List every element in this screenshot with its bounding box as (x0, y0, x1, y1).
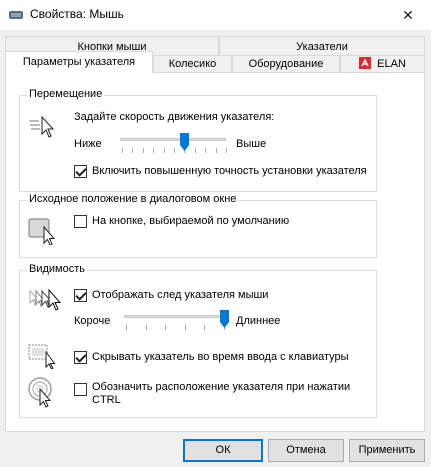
tab-label: ELAN (377, 58, 406, 70)
slider-tick (226, 148, 227, 153)
slider-tick (143, 148, 144, 153)
ctrl-locate-label-line2: CTRL (92, 394, 121, 406)
elan-icon (359, 57, 372, 69)
close-icon: ✕ (402, 6, 414, 23)
ctrl-locate-checkbox[interactable] (74, 383, 87, 396)
trail-slider-track (124, 315, 226, 318)
cancel-button[interactable]: Отмена (268, 439, 344, 462)
pointer-speed-icon (29, 115, 54, 138)
tab-label: Параметры указателя (22, 56, 136, 68)
close-button[interactable]: ✕ (385, 0, 431, 30)
hide-pointer-icon (28, 344, 56, 369)
fast-label: Выше (236, 138, 267, 150)
long-label: Длиннее (236, 315, 281, 327)
speed-slider-track (120, 138, 226, 141)
tab-label: Указатели (296, 41, 348, 53)
tab-pointers[interactable]: Указатели (219, 36, 425, 57)
motion-group-title: Перемещение (27, 88, 105, 100)
tab-pointer-options[interactable]: Параметры указателя (5, 51, 153, 74)
slider-tick (185, 325, 186, 330)
apply-button-label: Применить (358, 444, 416, 456)
ctrl-locate-icon (28, 377, 52, 408)
hide-while-typing-checkbox[interactable] (74, 351, 87, 364)
ctrl-locate-label-line1: Обозначить расположение указателя при на… (92, 381, 351, 393)
trails-label: Отображать след указателя мыши (92, 289, 269, 301)
snap-group: Исходное положение в диалоговом окне На … (19, 193, 377, 258)
slider-tick (174, 148, 175, 153)
title-bar: Свойства: Мышь ✕ (0, 0, 431, 30)
precision-checkbox[interactable] (74, 165, 87, 178)
snap-checkbox[interactable] (74, 215, 87, 228)
visibility-group-title: Видимость (27, 263, 87, 275)
tab-label: Оборудование (248, 58, 324, 70)
apply-button[interactable]: Применить (349, 439, 425, 462)
precision-label: Включить повышенную точность установки у… (92, 165, 367, 177)
slider-tick (165, 325, 166, 330)
tab-label: Колесико (168, 58, 217, 70)
tab-wheel[interactable]: Колесико (153, 55, 232, 73)
slow-label: Ниже (74, 138, 102, 150)
short-label: Короче (74, 315, 111, 327)
snap-group-title: Исходное положение в диалоговом окне (27, 193, 239, 205)
ok-button[interactable]: ОК (183, 439, 263, 462)
tab-hardware[interactable]: Оборудование (232, 55, 340, 73)
snap-to-icon (28, 218, 56, 245)
motion-group: Перемещение Задайте скорость движения ук… (19, 88, 377, 192)
cancel-button-label: Отмена (286, 444, 326, 456)
ok-button-label: ОК (215, 444, 231, 456)
hide-while-typing-label: Скрывать указатель во время ввода с клав… (92, 351, 349, 363)
slider-tick (204, 325, 205, 330)
speed-label: Задайте скорость движения указателя: (74, 111, 275, 123)
slider-tick (132, 148, 133, 153)
visibility-group: Видимость Отображать след указателя мыши… (19, 263, 377, 418)
snap-label: На кнопке, выбираемой по умолчанию (92, 215, 290, 227)
slider-tick (126, 325, 127, 330)
mouse-app-icon (9, 11, 23, 19)
trails-checkbox[interactable] (74, 289, 87, 302)
slider-tick (216, 148, 217, 153)
window-title: Свойства: Мышь (30, 7, 124, 21)
slider-tick (122, 148, 123, 153)
slider-tick (195, 148, 196, 153)
slider-tick (146, 325, 147, 330)
pointer-trails-icon (29, 288, 62, 311)
tab-elan[interactable]: ELAN (340, 55, 425, 73)
slider-tick (205, 148, 206, 153)
trail-slider-thumb[interactable] (220, 310, 229, 328)
speed-slider-thumb[interactable] (180, 133, 189, 151)
slider-tick (153, 148, 154, 153)
slider-tick (164, 148, 165, 153)
pointer-options-panel: Перемещение Задайте скорость движения ук… (5, 72, 425, 432)
